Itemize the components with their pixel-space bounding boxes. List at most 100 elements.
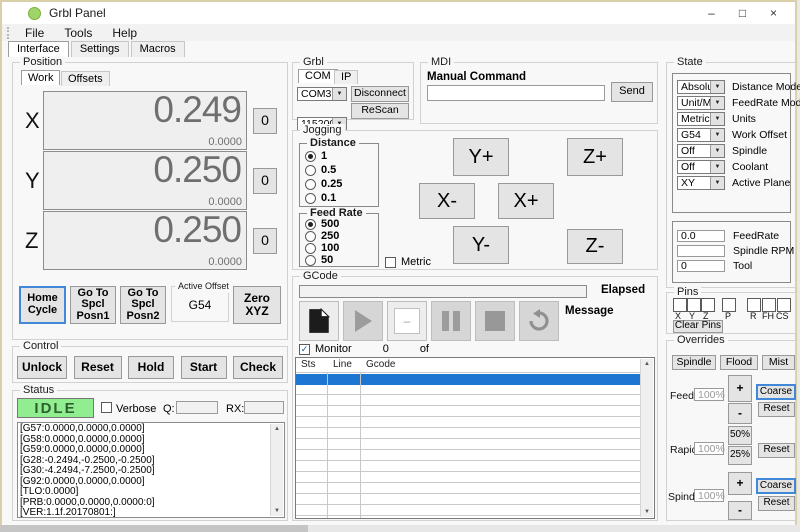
- reset-button[interactable]: Reset: [74, 356, 122, 379]
- mist-toggle-button[interactable]: Mist: [762, 355, 795, 370]
- spindle-override-plus-button[interactable]: +: [728, 472, 752, 495]
- jog-z-minus-button[interactable]: Z-: [567, 229, 623, 264]
- jog-x-plus-button[interactable]: X+: [498, 183, 554, 219]
- feed-override-plus-button[interactable]: +: [728, 375, 752, 402]
- rapid-25-button[interactable]: 25%: [728, 446, 752, 465]
- scroll-down-icon[interactable]: ▼: [644, 508, 650, 516]
- close-button[interactable]: ×: [758, 3, 789, 23]
- flood-toggle-button[interactable]: Flood: [720, 355, 758, 370]
- work-offset-select[interactable]: G54▼: [677, 128, 725, 142]
- rapid-50-button[interactable]: 50%: [728, 426, 752, 445]
- chevron-down-icon[interactable]: ▼: [710, 161, 724, 173]
- feedrate-100-radio[interactable]: [305, 243, 316, 254]
- pin-z-checkbox[interactable]: [701, 298, 715, 312]
- pin-x-checkbox[interactable]: [673, 298, 687, 312]
- zero-z-button[interactable]: 0: [253, 228, 277, 254]
- jog-y-plus-button[interactable]: Y+: [453, 138, 509, 176]
- gcode-table-scrollbar[interactable]: ▲ ▼: [640, 359, 653, 517]
- hold-button[interactable]: Hold: [128, 356, 174, 379]
- coolant-select[interactable]: Off▼: [677, 160, 725, 174]
- monitor-checkbox[interactable]: ✓: [299, 344, 310, 355]
- feed-reset-button[interactable]: Reset: [758, 402, 795, 417]
- distance-mode-select[interactable]: Absolute▼: [677, 80, 725, 94]
- goto-spcl-posn1-button[interactable]: Go To Spcl Posn1: [70, 286, 116, 324]
- spindle-toggle-button[interactable]: Spindle: [672, 355, 716, 370]
- pin-p-checkbox[interactable]: [722, 298, 736, 312]
- home-cycle-button[interactable]: Home Cycle: [19, 286, 66, 324]
- tab-settings[interactable]: Settings: [71, 41, 129, 57]
- pin-fh-checkbox[interactable]: [762, 298, 776, 312]
- stop-gcode-button[interactable]: [475, 301, 515, 341]
- rewind-gcode-button[interactable]: [519, 301, 559, 341]
- chevron-down-icon[interactable]: ▼: [710, 129, 724, 141]
- spindle-reset-button[interactable]: Reset: [758, 496, 795, 511]
- check-button[interactable]: Check: [233, 356, 283, 379]
- send-button[interactable]: Send: [611, 82, 653, 102]
- jog-y-minus-button[interactable]: Y-: [453, 226, 509, 264]
- spindle-select[interactable]: Off▼: [677, 144, 725, 158]
- selected-gcode-row[interactable]: [296, 374, 640, 385]
- pin-cs-checkbox[interactable]: [777, 298, 791, 312]
- chevron-down-icon[interactable]: ▼: [332, 88, 346, 100]
- feedrate-50-radio[interactable]: [305, 255, 316, 266]
- jog-z-plus-button[interactable]: Z+: [567, 138, 623, 176]
- tab-interface[interactable]: Interface: [8, 41, 69, 57]
- tab-com[interactable]: COM: [298, 69, 338, 83]
- run-gcode-button[interactable]: [343, 301, 383, 341]
- gcode-table[interactable]: Sts Line Gcode ▲ ▼: [295, 357, 655, 519]
- maximize-button[interactable]: □: [727, 3, 758, 23]
- spindle-override-minus-button[interactable]: -: [728, 501, 752, 520]
- feedrate-250-radio[interactable]: [305, 231, 316, 242]
- rx-field[interactable]: [244, 401, 284, 414]
- clear-pins-button[interactable]: Clear Pins: [673, 320, 723, 333]
- pin-r-checkbox[interactable]: [747, 298, 761, 312]
- jog-x-minus-button[interactable]: X-: [419, 183, 475, 219]
- scroll-down-icon[interactable]: ▼: [274, 507, 280, 515]
- pause-gcode-button[interactable]: [431, 301, 471, 341]
- rapid-reset-button[interactable]: Reset: [758, 443, 795, 458]
- queue-field[interactable]: [176, 401, 218, 414]
- start-button[interactable]: Start: [181, 356, 227, 379]
- verbose-checkbox[interactable]: [101, 402, 112, 413]
- zero-y-button[interactable]: 0: [253, 168, 277, 194]
- tab-macros[interactable]: Macros: [131, 41, 185, 57]
- tab-work[interactable]: Work: [21, 70, 60, 85]
- distance-05-radio[interactable]: [305, 165, 316, 176]
- menu-help[interactable]: Help: [102, 26, 147, 40]
- spindle-coarse-button[interactable]: Coarse: [756, 478, 796, 494]
- chevron-down-icon[interactable]: ▼: [710, 81, 724, 93]
- unlock-button[interactable]: Unlock: [17, 356, 67, 379]
- distance-01-radio[interactable]: [305, 193, 316, 204]
- active-plane-select[interactable]: XY▼: [677, 176, 725, 190]
- com-port-select[interactable]: COM3 ▼: [297, 87, 347, 101]
- goto-spcl-posn2-button[interactable]: Go To Spcl Posn2: [120, 286, 166, 324]
- scroll-up-icon[interactable]: ▲: [644, 360, 650, 368]
- manual-command-input[interactable]: [427, 85, 605, 101]
- units-select[interactable]: Metric▼: [677, 112, 725, 126]
- chevron-down-icon[interactable]: ▼: [710, 177, 724, 189]
- tab-offsets[interactable]: Offsets: [61, 71, 110, 86]
- minimize-button[interactable]: –: [696, 3, 727, 23]
- open-gcode-file-button[interactable]: [299, 301, 339, 341]
- metric-checkbox[interactable]: [385, 257, 396, 268]
- status-log[interactable]: [G57:0.0000,0.0000,0.0000] [G58:0.0000,0…: [17, 422, 285, 518]
- distance-025-radio[interactable]: [305, 179, 316, 190]
- rescan-button[interactable]: ReScan: [351, 103, 409, 119]
- menu-tools[interactable]: Tools: [54, 26, 102, 40]
- zero-x-button[interactable]: 0: [253, 108, 277, 134]
- distance-1-radio[interactable]: [305, 151, 316, 162]
- feedrate-500-radio[interactable]: [305, 219, 316, 230]
- feed-override-minus-button[interactable]: -: [728, 403, 752, 424]
- feedrate-mode-select[interactable]: Unit/Min▼: [677, 96, 725, 110]
- feed-coarse-button[interactable]: Coarse: [756, 384, 796, 400]
- chevron-down-icon[interactable]: ▼: [710, 97, 724, 109]
- step-gcode-button[interactable]: –: [387, 301, 427, 341]
- tab-ip[interactable]: IP: [334, 70, 358, 84]
- pin-y-checkbox[interactable]: [687, 298, 701, 312]
- disconnect-button[interactable]: Disconnect: [351, 86, 409, 102]
- zero-xyz-button[interactable]: Zero XYZ: [233, 286, 281, 324]
- chevron-down-icon[interactable]: ▼: [710, 145, 724, 157]
- chevron-down-icon[interactable]: ▼: [710, 113, 724, 125]
- scroll-up-icon[interactable]: ▲: [274, 425, 280, 433]
- status-log-scrollbar[interactable]: ▲ ▼: [270, 424, 283, 516]
